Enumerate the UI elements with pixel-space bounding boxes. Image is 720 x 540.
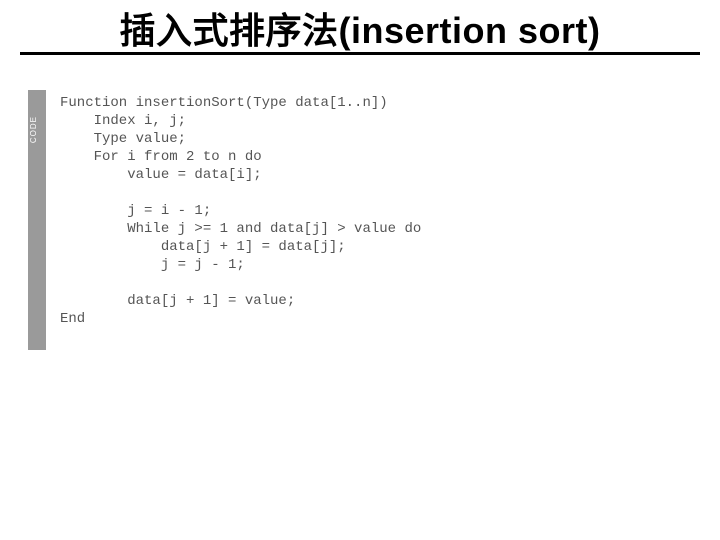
page-title: 插入式排序法(insertion sort) [0,2,720,54]
code-gutter: CODE [28,90,46,350]
code-body: Function insertionSort(Type data[1..n]) … [46,90,668,350]
title-underline [20,52,700,55]
gutter-label: CODE [29,116,38,143]
slide: 插入式排序法(insertion sort) CODE Function ins… [0,0,720,540]
code-block: CODE Function insertionSort(Type data[1.… [28,90,668,350]
